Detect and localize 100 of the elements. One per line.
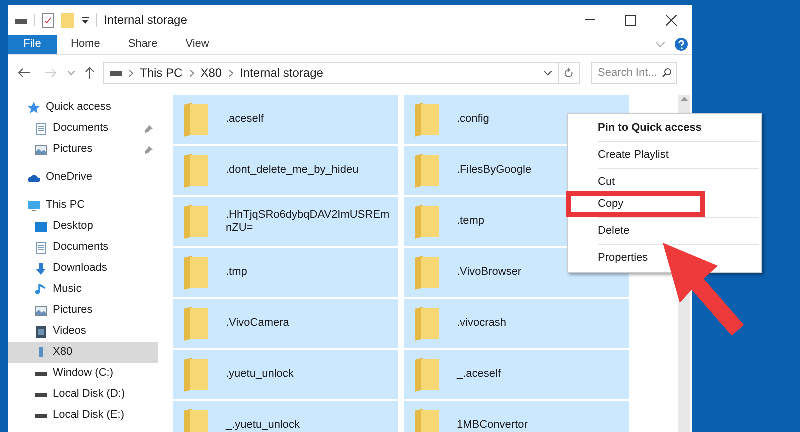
maximize-icon[interactable] xyxy=(625,14,636,26)
folder-icon xyxy=(184,358,209,392)
ribbon-tab[interactable]: View xyxy=(172,35,224,54)
sidebar-item[interactable]: Downloads xyxy=(8,258,158,279)
folder-name: .VivoBrowser xyxy=(457,266,522,279)
refresh-icon[interactable] xyxy=(564,68,574,78)
music-note-icon xyxy=(35,284,47,296)
sidebar-label: Downloads xyxy=(53,261,108,276)
folder-icon xyxy=(184,102,209,136)
folder-item[interactable]: _.aceself xyxy=(404,350,629,399)
document-icon xyxy=(35,122,47,134)
folder-name: .HhTjqSRo6dybqDAV2ImUSREmnZU= xyxy=(226,208,391,234)
folder-icon xyxy=(415,256,440,290)
sidebar-label: Quick access xyxy=(46,100,112,116)
ribbon-tab[interactable]: Home xyxy=(57,35,114,54)
star-icon xyxy=(28,102,40,114)
folder-item[interactable]: .dont_delete_me_by_hideu xyxy=(173,146,398,195)
sidebar-label: Pictures xyxy=(53,142,94,158)
folder-icon xyxy=(415,204,440,238)
sidebar-item[interactable]: Music xyxy=(8,279,158,300)
sidebar-item[interactable]: Local Disk (E:) xyxy=(8,405,158,426)
folder-name: .VivoCamera xyxy=(226,317,290,330)
folder-name: .config xyxy=(457,113,490,126)
folder-item[interactable]: .aceself xyxy=(173,95,398,144)
download-arrow-icon xyxy=(35,262,47,274)
sidebar-item[interactable]: Desktop xyxy=(8,216,158,237)
folder-name: _.yuetu_unlock xyxy=(226,419,300,432)
folder-item[interactable]: _.yuetu_unlock xyxy=(173,401,398,432)
sidebar-label: Desktop xyxy=(53,219,94,234)
sidebar-item[interactable]: Documents xyxy=(8,118,158,139)
drive-icon[interactable] xyxy=(15,16,27,24)
picture-icon xyxy=(35,304,47,316)
folder-item[interactable]: .yuetu_unlock xyxy=(173,350,398,399)
sidebar-item[interactable]: This PC xyxy=(8,195,158,216)
back-arrow-icon[interactable] xyxy=(18,68,30,78)
sidebar-item[interactable]: Window (C:) xyxy=(8,363,158,384)
folder-icon xyxy=(415,102,440,136)
desktop-icon xyxy=(35,220,47,232)
sidebar-item[interactable]: Local Disk (D:) xyxy=(8,384,158,405)
chevron-icon[interactable] xyxy=(544,70,552,76)
breadcrumb-separator-icon xyxy=(190,70,194,76)
folder-icon xyxy=(184,256,209,290)
sidebar-label: Local Disk (D:) xyxy=(53,387,126,402)
drive-icon xyxy=(35,392,47,396)
sidebar-item[interactable]: OneDrive xyxy=(8,167,158,188)
breadcrumb-separator-icon xyxy=(129,70,133,76)
sidebar-item[interactable]: Pictures xyxy=(8,139,158,160)
folder-name: .dont_delete_me_by_hideu xyxy=(226,164,359,177)
picture-icon xyxy=(35,144,47,156)
folder-name: .FilesByGoogle xyxy=(457,164,532,177)
breadcrumb-link[interactable]: This PC xyxy=(140,64,183,82)
folder-icon xyxy=(415,154,440,188)
ribbon-tab[interactable]: File xyxy=(8,35,57,54)
sidebar-label: OneDrive xyxy=(46,170,94,186)
search-field[interactable]: Search Int... xyxy=(591,62,677,84)
address-bar[interactable]: This PC X80 Internal storage xyxy=(103,62,580,84)
drive-icon xyxy=(35,414,47,418)
sidebar-label: This PC xyxy=(46,198,86,214)
sidebar-label: Documents xyxy=(53,240,110,256)
sidebar-item[interactable]: Quick access xyxy=(8,97,158,118)
up-arrow-icon[interactable] xyxy=(85,67,95,79)
folder-icon xyxy=(184,306,209,340)
help-icon[interactable] xyxy=(675,38,688,51)
folder-icon xyxy=(184,204,209,238)
folder-name: .temp xyxy=(457,215,485,228)
sidebar-item[interactable]: Pictures xyxy=(8,300,158,321)
sidebar-label: Window (C:) xyxy=(53,366,115,382)
breadcrumb-separator-icon xyxy=(229,70,234,76)
folder-icon xyxy=(415,358,440,392)
close-icon[interactable] xyxy=(666,14,677,26)
sidebar-label: Documents xyxy=(53,121,110,136)
document-icon xyxy=(35,242,47,254)
sidebar-item[interactable]: X80 xyxy=(8,342,158,363)
search-icon xyxy=(662,68,672,78)
breadcrumb-link[interactable]: X80 xyxy=(200,64,222,82)
folder-name: .aceself xyxy=(226,113,264,126)
folder-icon xyxy=(415,306,440,340)
monitor-icon xyxy=(28,200,40,212)
folder-item[interactable]: .tmp xyxy=(173,248,398,297)
folder-name: _.aceself xyxy=(457,368,502,381)
drive-icon xyxy=(110,70,122,76)
folder-item[interactable]: 1MBConvertor xyxy=(404,401,629,432)
video-icon xyxy=(35,326,47,338)
folder-name: .tmp xyxy=(226,266,248,279)
sidebar-item[interactable]: Documents xyxy=(8,237,158,258)
window-title: Internal storage xyxy=(104,12,188,29)
folder-icon xyxy=(184,154,209,188)
folder-item[interactable]: .VivoCamera xyxy=(173,299,398,348)
sidebar-item[interactable]: Videos xyxy=(8,321,158,342)
breadcrumb-link[interactable]: Internal storage xyxy=(240,64,324,82)
folder-item[interactable]: .vivocrash xyxy=(404,299,629,348)
folder-name: .vivocrash xyxy=(457,317,507,330)
ribbon-tab[interactable]: Share xyxy=(114,35,172,54)
dropdown-icon[interactable] xyxy=(82,16,89,24)
sidebar-label: Pictures xyxy=(53,303,94,318)
sidebar-label: Videos xyxy=(53,324,88,340)
sidebar-label: Music xyxy=(53,282,83,298)
folder-item[interactable]: .HhTjqSRo6dybqDAV2ImUSREmnZU= xyxy=(173,197,398,246)
sidebar-label: X80 xyxy=(53,345,74,360)
folder-name: 1MBConvertor xyxy=(457,419,528,432)
